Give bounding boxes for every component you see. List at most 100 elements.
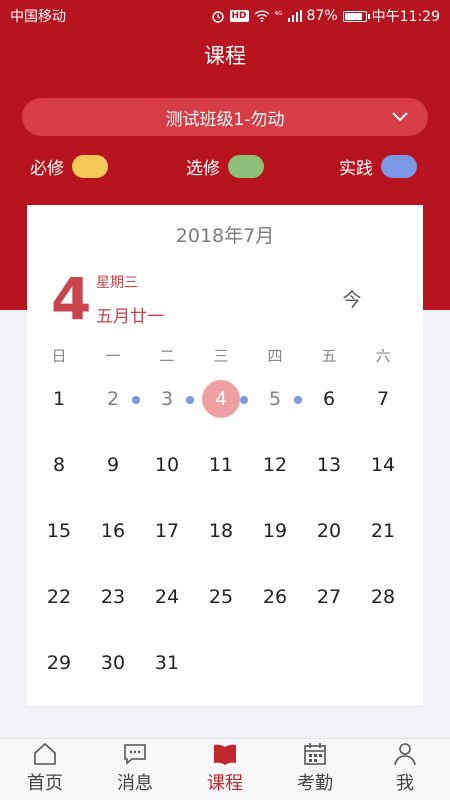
day-number: 21: [370, 520, 396, 542]
calendar-day[interactable]: 29: [32, 643, 86, 683]
chevron-down-icon: [392, 112, 408, 122]
page-title: 课程: [204, 44, 246, 68]
legend-swatch: [381, 155, 417, 178]
calendar-day[interactable]: 28: [356, 577, 410, 617]
day-number: 22: [46, 586, 72, 608]
day-number: 17: [154, 520, 180, 542]
clock-label: 中午11:29: [371, 9, 440, 25]
calendar-day[interactable]: 3: [140, 379, 194, 419]
course-dot: [294, 396, 302, 404]
calendar-day[interactable]: 10: [140, 445, 194, 485]
day-number: 7: [376, 388, 390, 410]
weekday-header: 四: [267, 347, 283, 365]
calendar-day[interactable]: 16: [86, 511, 140, 551]
carrier-label: 中国移动: [10, 9, 66, 25]
calendar-day[interactable]: 4: [194, 379, 248, 419]
user-icon: [394, 743, 416, 766]
weekday-header: 二: [159, 347, 175, 365]
class-select-dropdown[interactable]: 测试班级1-勿动: [22, 98, 428, 136]
tab-messages[interactable]: 消息: [90, 739, 180, 800]
tab-label: 考勤: [297, 773, 333, 794]
weekday-header: 三: [213, 347, 229, 365]
calendar-day[interactable]: 19: [248, 511, 302, 551]
calendar-day[interactable]: 31: [140, 643, 194, 683]
course-dot: [186, 396, 194, 404]
calendar-day[interactable]: 6: [302, 379, 356, 419]
calendar-day[interactable]: 18: [194, 511, 248, 551]
day-number: 9: [106, 454, 120, 476]
day-number: 2: [106, 388, 120, 410]
calendar-day[interactable]: 2: [86, 379, 140, 419]
legend-label: 必修: [30, 159, 64, 179]
calendar-day[interactable]: 20: [302, 511, 356, 551]
calendar-grid: 日 一 二 三 四 五 六 1 2 3 4 5 6 7 8 9 10 11 12 13 14 15 16 17 1…: [27, 345, 423, 674]
calendar-day[interactable]: 11: [194, 445, 248, 485]
book-icon: [214, 744, 236, 765]
day-number: 12: [262, 454, 288, 476]
legend-swatch: [228, 155, 264, 178]
calendar-day[interactable]: 9: [86, 445, 140, 485]
calendar-day[interactable]: 25: [194, 577, 248, 617]
day-number: 23: [100, 586, 126, 608]
day-number: 6: [322, 388, 336, 410]
weekday-header: 五: [321, 347, 337, 365]
message-icon: [124, 744, 146, 765]
day-number: 25: [208, 586, 234, 608]
day-number: 26: [262, 586, 288, 608]
calendar-day[interactable]: 22: [32, 577, 86, 617]
calendar-day[interactable]: 7: [356, 379, 410, 419]
calendar-day[interactable]: 14: [356, 445, 410, 485]
class-select-value: 测试班级1-勿动: [165, 109, 285, 130]
weekday-header: 日: [51, 347, 67, 365]
signal-icon: [287, 10, 302, 22]
status-bar: 中国移动 HD ⁴ᴳ 87% 中午11:29: [0, 0, 450, 32]
course-dot: [240, 396, 248, 404]
alarm-icon: [211, 11, 224, 23]
calendar-day[interactable]: 23: [86, 577, 140, 617]
today-button[interactable]: 今: [334, 285, 370, 315]
tab-label: 课程: [207, 773, 243, 794]
lunar-date: 五月廿一: [96, 307, 164, 327]
calendar-day[interactable]: 13: [302, 445, 356, 485]
weekday-header: 六: [375, 347, 391, 365]
tab-home[interactable]: 首页: [0, 739, 90, 800]
legend-swatch: [72, 155, 108, 178]
calendar-day[interactable]: 30: [86, 643, 140, 683]
day-number: 11: [208, 454, 234, 476]
tab-attendance[interactable]: 考勤: [270, 739, 360, 800]
day-number: 30: [100, 652, 126, 674]
selected-day-number: 4: [51, 265, 92, 333]
legend-required: 必修: [30, 154, 108, 179]
legend-label: 实践: [339, 159, 373, 179]
calendar-card: 2018年7月 4 星期三 五月廿一 今 日 一 二 三 四 五 六 12345…: [27, 205, 423, 705]
battery-percent: 87%: [306, 8, 338, 24]
calendar-day[interactable]: 15: [32, 511, 86, 551]
calendar-day[interactable]: 12: [248, 445, 302, 485]
battery-level: [344, 12, 363, 20]
day-number: 16: [100, 520, 126, 542]
calendar-day[interactable]: 24: [140, 577, 194, 617]
calendar-day[interactable]: 26: [248, 577, 302, 617]
weekday-header-row: 日 一 二 三 四 五 六: [27, 345, 423, 371]
tab-me[interactable]: 我: [360, 739, 450, 800]
calendar-day[interactable]: 21: [356, 511, 410, 551]
day-number: 19: [262, 520, 288, 542]
day-number: 5: [268, 388, 282, 410]
calendar-day[interactable]: 8: [32, 445, 86, 485]
day-number: 27: [316, 586, 342, 608]
calendar-day[interactable]: 17: [140, 511, 194, 551]
tab-label: 首页: [27, 773, 63, 794]
day-number: 28: [370, 586, 396, 608]
month-title[interactable]: 2018年7月: [27, 221, 423, 248]
wifi-icon: [254, 10, 270, 22]
calendar-icon: [304, 743, 326, 765]
day-number: 3: [160, 388, 174, 410]
legend-label: 选修: [186, 159, 220, 179]
calendar-day[interactable]: 1: [32, 379, 86, 419]
bottom-tab-bar: 首页 消息 课程 考勤 我: [0, 738, 450, 800]
calendar-day[interactable]: 5: [248, 379, 302, 419]
day-number: 20: [316, 520, 342, 542]
tab-courses[interactable]: 课程: [180, 739, 270, 800]
calendar-day[interactable]: 27: [302, 577, 356, 617]
hd-badge: HD: [229, 10, 249, 22]
